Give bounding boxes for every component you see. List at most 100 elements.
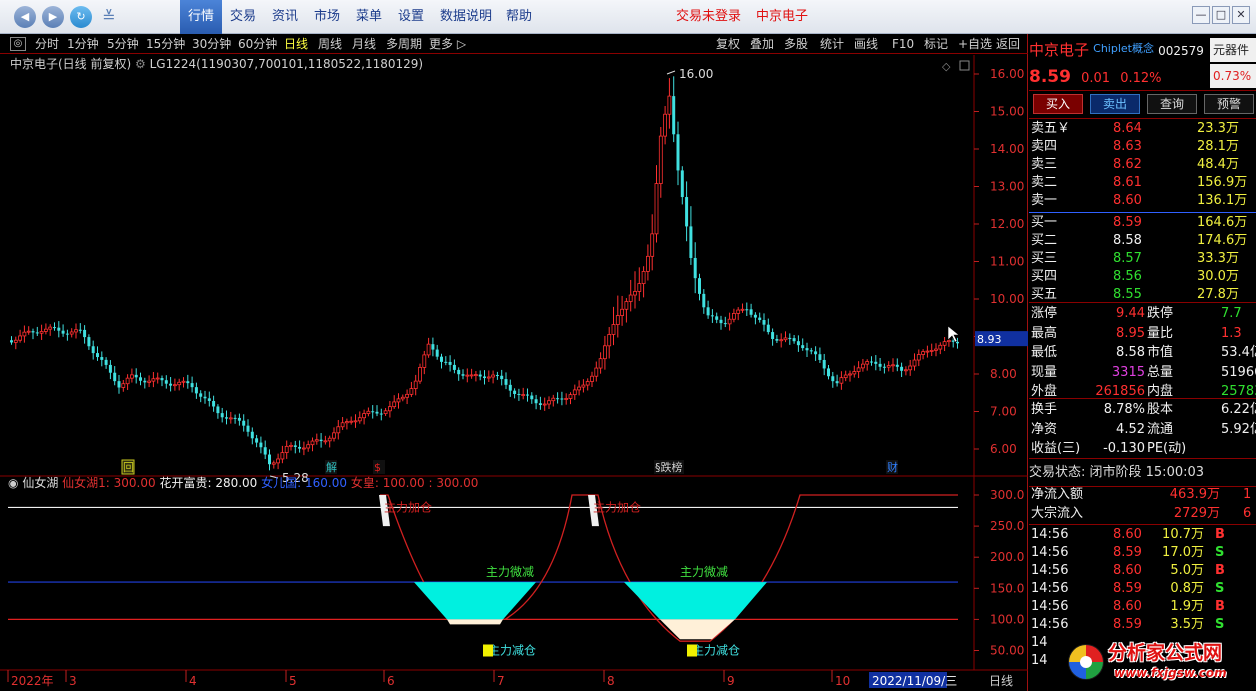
- minimize-button[interactable]: —: [1192, 6, 1210, 24]
- period-30min[interactable]: 30分钟: [192, 34, 231, 54]
- tool-diejia[interactable]: 叠加: [750, 34, 774, 54]
- event-marker-label[interactable]: 回: [123, 461, 134, 474]
- candle-body: [65, 333, 69, 335]
- tick-row[interactable]: 14:56 8.59 0.8万 S: [1029, 580, 1256, 598]
- tool-tongji[interactable]: 统计: [820, 34, 844, 54]
- indicator-settings-icon[interactable]: ⚙: [135, 57, 146, 71]
- close-button[interactable]: ✕: [1232, 6, 1250, 24]
- tick-row[interactable]: 14:56 8.60 10.7万 B: [1029, 526, 1256, 544]
- collapse-icon[interactable]: ≚: [98, 6, 120, 28]
- chart-canvas[interactable]: 16.0015.0014.0013.0012.0011.0010.009.008…: [0, 34, 1028, 691]
- ask-level-row[interactable]: 卖二 8.61 156.9万: [1029, 174, 1256, 192]
- bid-level-row[interactable]: 买四 8.56 30.0万: [1029, 268, 1256, 286]
- price-tick-label: 7.00: [990, 405, 1017, 419]
- ask-level-row[interactable]: 卖一 8.60 136.1万: [1029, 192, 1256, 210]
- tick-row[interactable]: 14:56 8.59 3.5万 S: [1029, 616, 1256, 634]
- tick-time: 14: [1031, 653, 1048, 668]
- buy-button[interactable]: 买入: [1033, 94, 1083, 114]
- sell-button[interactable]: 卖出: [1090, 94, 1140, 114]
- candle-body: [323, 440, 328, 443]
- period-day[interactable]: 日线: [284, 34, 308, 54]
- bid-level-row[interactable]: 买二 8.58 174.6万: [1029, 232, 1256, 250]
- menu-shezhi[interactable]: 设置: [392, 0, 430, 34]
- stat-label: 总量: [1147, 364, 1174, 380]
- candle-body: [581, 384, 586, 388]
- event-marker-label[interactable]: §跌榜: [655, 460, 683, 474]
- bid-level-row[interactable]: 买一 8.59 164.6万: [1029, 214, 1256, 232]
- menu-caidan[interactable]: 菜单: [350, 0, 388, 34]
- login-status[interactable]: 交易未登录: [676, 0, 741, 34]
- candle-body: [413, 380, 418, 389]
- stat-value: 6.22亿: [1221, 402, 1256, 417]
- signal-square-2: [687, 644, 697, 657]
- candle-body: [172, 384, 177, 387]
- ask-level-row[interactable]: 卖四 8.63 28.1万: [1029, 138, 1256, 156]
- candle-body: [556, 398, 560, 400]
- candle-body: [650, 233, 655, 257]
- candle-body: [362, 413, 367, 419]
- candle-body: [921, 351, 925, 355]
- tool-duogu[interactable]: 多股: [784, 34, 808, 54]
- period-fenshi[interactable]: 分时: [35, 34, 59, 54]
- candle-body: [594, 367, 599, 377]
- sector-tag[interactable]: 元器件: [1210, 38, 1256, 62]
- tool-biaoji[interactable]: 标记: [924, 34, 948, 54]
- candle-body: [654, 183, 659, 235]
- indicator-toggle-icon[interactable]: ◉: [8, 476, 18, 490]
- back-icon[interactable]: ◀: [14, 6, 36, 28]
- tick-row[interactable]: 14:56 8.60 1.9万 B: [1029, 598, 1256, 616]
- period-5min[interactable]: 5分钟: [107, 34, 139, 54]
- candle-body: [947, 340, 951, 343]
- tool-f10[interactable]: F10: [892, 34, 914, 54]
- period-1min[interactable]: 1分钟: [67, 34, 99, 54]
- menu-shujushuoming[interactable]: 数据说明: [434, 0, 498, 34]
- ask-level-row[interactable]: 卖五￥ 8.64 23.3万: [1029, 120, 1256, 138]
- bid-level-price: 8.58: [1113, 233, 1142, 248]
- menu-zixun[interactable]: 资讯: [266, 0, 304, 34]
- tick-row[interactable]: 14:56 8.60 5.0万 B: [1029, 562, 1256, 580]
- window-toggle-icon[interactable]: [959, 60, 970, 71]
- candle-body: [104, 359, 108, 365]
- period-month[interactable]: 月线: [352, 34, 376, 54]
- panel-concept[interactable]: Chiplet概念: [1093, 42, 1154, 55]
- candle-body: [805, 348, 809, 351]
- alert-button[interactable]: 预警: [1204, 94, 1254, 114]
- maximize-button[interactable]: □: [1212, 6, 1230, 24]
- ask-level-row[interactable]: 卖三 8.62 48.4万: [1029, 156, 1256, 174]
- period-more[interactable]: 更多 ▷: [429, 34, 466, 54]
- candle-body: [181, 380, 186, 383]
- tick-row[interactable]: 14:56 8.59 17.0万 S: [1029, 544, 1256, 562]
- candle-body: [753, 314, 757, 318]
- candle-body: [633, 291, 637, 296]
- period-week[interactable]: 周线: [318, 34, 342, 54]
- forward-icon[interactable]: ▶: [42, 6, 64, 28]
- tool-return[interactable]: 返回: [996, 34, 1020, 54]
- indicator-annotation: 主力加仓: [593, 500, 641, 514]
- menu-jiaoyi[interactable]: 交易: [224, 0, 262, 34]
- candle-body: [530, 395, 534, 400]
- menu-bangzhu[interactable]: 帮助: [500, 0, 538, 34]
- tool-add-favorite[interactable]: +自选: [958, 34, 992, 54]
- candle-body: [409, 388, 414, 395]
- candle-body: [387, 406, 392, 412]
- period-60min[interactable]: 60分钟: [238, 34, 277, 54]
- refresh-icon[interactable]: ↻: [70, 6, 92, 28]
- menu-shichang[interactable]: 市场: [308, 0, 346, 34]
- candle-body: [508, 384, 512, 391]
- event-marker-label[interactable]: 解: [326, 460, 337, 474]
- tool-fuquan[interactable]: 复权: [716, 34, 740, 54]
- bid-level-row[interactable]: 买三 8.57 33.3万: [1029, 250, 1256, 268]
- period-multi[interactable]: 多周期: [386, 34, 422, 54]
- settings-icon[interactable]: ◎: [10, 37, 26, 51]
- tool-huaxian[interactable]: 画线: [854, 34, 878, 54]
- period-15min[interactable]: 15分钟: [146, 34, 185, 54]
- kline-chart-area[interactable]: 16.0015.0014.0013.0012.0011.0010.009.008…: [0, 34, 1028, 691]
- indicator-tick-label: 150.0: [990, 581, 1024, 595]
- event-marker-label[interactable]: $: [374, 461, 381, 474]
- query-button[interactable]: 查询: [1147, 94, 1197, 114]
- event-marker-label[interactable]: 财: [887, 460, 898, 474]
- candle-body: [916, 354, 921, 361]
- price-tick-label: 13.00: [990, 180, 1024, 194]
- menu-hangqing[interactable]: 行情: [180, 0, 223, 34]
- diamond-icon[interactable]: ◇: [942, 60, 951, 73]
